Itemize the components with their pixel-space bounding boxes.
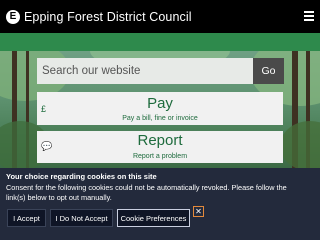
search-placeholder: Search our website — [42, 65, 141, 77]
pay-title: Pay — [147, 95, 173, 112]
cookie-heading: Your choice regarding cookies on this si… — [6, 172, 157, 181]
close-icon[interactable]: ✕ — [193, 206, 204, 217]
council-logo-icon[interactable]: E — [6, 9, 20, 24]
report-card[interactable]: 💬 Report Report a problem — [37, 131, 283, 163]
accept-cookies-button[interactable]: I Accept — [7, 209, 46, 227]
site-title[interactable]: Epping Forest District Council — [24, 10, 192, 24]
cookie-consent-banner: Your choice regarding cookies on this si… — [0, 168, 320, 240]
report-title: Report — [137, 132, 183, 149]
cookie-preferences-button[interactable]: Cookie Preferences — [117, 209, 190, 227]
green-banner — [0, 33, 320, 51]
hamburger-menu-icon[interactable] — [304, 11, 314, 21]
logo-letter: E — [9, 10, 17, 22]
search-input[interactable]: Search our website — [37, 58, 253, 84]
cookie-message: Consent for the following cookies could … — [6, 183, 287, 202]
pay-card[interactable]: £ Pay Pay a bill, fine or invoice — [37, 92, 283, 125]
reject-cookies-button[interactable]: I Do Not Accept — [50, 209, 113, 227]
report-subtitle: Report a problem — [132, 153, 188, 160]
pay-subtitle: Pay a bill, fine or invoice — [122, 115, 198, 122]
search-go-button[interactable]: Go — [253, 58, 284, 84]
site-header: E Epping Forest District Council — [0, 0, 320, 33]
